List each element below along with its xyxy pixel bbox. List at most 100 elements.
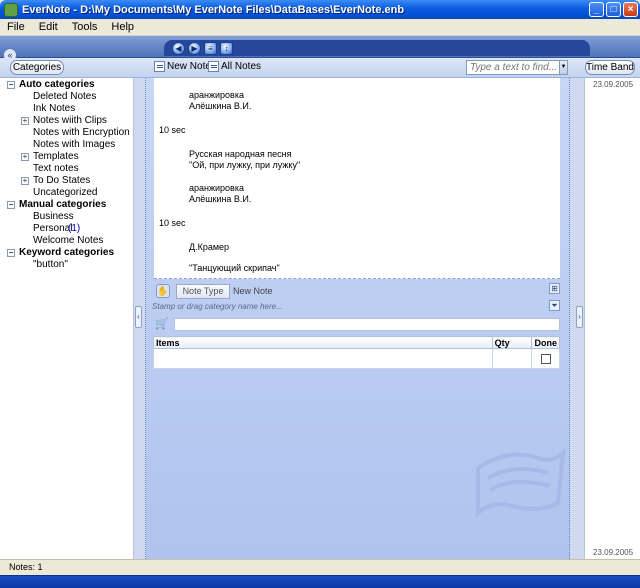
note-line: Алёшкина В.И.: [189, 194, 252, 204]
tree-item[interactable]: + To Do States: [0, 175, 133, 187]
qty-cell[interactable]: [491, 348, 533, 369]
note-line: аранжировка: [189, 183, 244, 193]
col-items[interactable]: Items: [153, 336, 493, 349]
items-table: Items Qty Done: [153, 336, 560, 369]
item-input[interactable]: [174, 317, 560, 331]
close-button[interactable]: ×: [623, 2, 638, 17]
tree-item-label: Personal: [33, 223, 73, 234]
evernote-watermark-icon: [476, 447, 566, 518]
tree-item-label: Notes with Encryption: [33, 127, 130, 138]
tree-item[interactable]: Uncategorized: [0, 187, 133, 199]
tree-item[interactable]: Ink Notes: [0, 103, 133, 115]
tree-item-label: To Do States: [33, 175, 91, 186]
tree-item-label: Welcome Notes: [33, 235, 104, 246]
title-bar: EverNote - D:\My Documents\My EverNote F…: [0, 0, 640, 19]
tree-item-label: Business: [33, 211, 74, 222]
time-band-panel[interactable]: 23.09.2005 23.09.2005: [584, 78, 640, 559]
all-notes-icon: [208, 61, 219, 72]
tree-item[interactable]: Notes with Encryption: [0, 127, 133, 139]
done-checkbox[interactable]: [540, 353, 551, 364]
tree-item[interactable]: + Notes wiith Clips: [0, 115, 133, 127]
categories-sidebar: − Auto categories Deleted Notes Ink Notes…: [0, 78, 134, 559]
navigation-strip: « ◀ ▶ ≡ ↕: [0, 36, 640, 62]
tree-item-button-keyword[interactable]: "button": [0, 259, 133, 271]
all-notes-button[interactable]: All Notes: [208, 61, 261, 72]
item-cell[interactable]: [153, 348, 493, 369]
cart-icon: 🛒: [155, 318, 169, 330]
stamp-hint: Stamp or drag category name here...: [152, 302, 283, 311]
tree-item-count: (1): [68, 223, 81, 234]
menu-edit[interactable]: Edit: [32, 21, 65, 33]
tree-item-label: Templates: [33, 151, 79, 162]
search-input[interactable]: [467, 61, 559, 74]
new-note-caption: New Note: [233, 286, 273, 296]
new-note-icon: [154, 61, 165, 72]
tree-item-label: Deleted Notes: [33, 91, 97, 102]
window-bottom-frame: [0, 575, 640, 588]
menu-tools[interactable]: Tools: [65, 21, 105, 33]
tree-item[interactable]: Welcome Notes: [0, 235, 133, 247]
filter-icon[interactable]: ⏷: [549, 300, 560, 311]
col-done[interactable]: Done: [531, 336, 560, 349]
note-line: 10 sec: [159, 218, 186, 228]
stamp-icon[interactable]: ✋: [156, 284, 170, 298]
window-title: EverNote - D:\My Documents\My EverNote F…: [22, 3, 405, 16]
tree-item-label: Notes with Images: [33, 139, 116, 150]
note-line: Алёшкина В.И.: [189, 101, 252, 111]
table-row: [153, 348, 560, 369]
time-band-bottom-date: 23.09.2005: [593, 548, 634, 557]
back-icon[interactable]: ◀: [172, 42, 185, 55]
tree-item[interactable]: + Templates: [0, 151, 133, 163]
expand-icon[interactable]: +: [21, 117, 29, 125]
note-type-button[interactable]: Note Type: [176, 283, 230, 299]
right-splitter[interactable]: ›: [570, 78, 584, 559]
note-line: аранжировка: [189, 90, 244, 100]
tree-auto-categories[interactable]: − Auto categories: [0, 79, 133, 91]
collapse-icon[interactable]: −: [7, 201, 15, 209]
new-note-button[interactable]: New Note: [154, 61, 211, 72]
expand-icon[interactable]: +: [21, 177, 29, 185]
minimize-button[interactable]: _: [589, 2, 604, 17]
menu-bar: File Edit Tools Help: [0, 19, 640, 36]
app-icon: [4, 2, 18, 17]
note-line: "Ой, при лужку, при лужку": [189, 160, 301, 170]
note-line: Д.Крамер: [189, 242, 230, 252]
forward-icon[interactable]: ▶: [188, 42, 201, 55]
collapse-icon[interactable]: −: [7, 249, 15, 257]
note-line: "Танцующий скрипач": [189, 263, 280, 273]
tree-keyword-categories[interactable]: − Keyword categories: [0, 247, 133, 259]
menu-file[interactable]: File: [0, 21, 32, 33]
splitter-grip-icon[interactable]: ›: [576, 306, 583, 328]
splitter-grip-icon[interactable]: ‹: [135, 306, 142, 328]
chevron-down-icon[interactable]: ▼: [559, 61, 567, 74]
tree-item-label: Uncategorized: [33, 187, 98, 198]
notes-count: Notes: 1: [9, 562, 43, 572]
expand-icon[interactable]: +: [21, 153, 29, 161]
new-note-label: New Note: [167, 61, 211, 72]
jump-icon[interactable]: ↕: [220, 42, 233, 55]
search-box: ▼: [466, 60, 568, 75]
tree-item[interactable]: Notes with Images: [0, 139, 133, 151]
menu-help[interactable]: Help: [104, 21, 141, 33]
collapse-icon[interactable]: −: [7, 81, 15, 89]
note-body[interactable]: аранжировка Алёшкина В.И. 10 sec Русская на…: [154, 78, 560, 279]
note-line: Русская народная песня: [189, 149, 292, 159]
col-qty[interactable]: Qty: [491, 336, 533, 349]
main-toolbar: Categories New Note All Notes ▼ Time Ban…: [0, 58, 640, 78]
tree-item[interactable]: Deleted Notes: [0, 91, 133, 103]
grid-icon[interactable]: ⊞: [549, 283, 560, 294]
tree-item[interactable]: Business: [0, 211, 133, 223]
tree-item[interactable]: Text notes: [0, 163, 133, 175]
tree-item[interactable]: Personal (1): [0, 223, 133, 235]
time-band-top-date: 23.09.2005: [593, 80, 634, 89]
list-view-icon[interactable]: ≡: [204, 42, 217, 55]
tree-item-label: Notes wiith Clips: [33, 115, 107, 126]
tree-item-label: Ink Notes: [33, 103, 76, 114]
maximize-button[interactable]: □: [606, 2, 621, 17]
time-band-button[interactable]: Time Band: [585, 60, 635, 75]
left-splitter[interactable]: ‹: [134, 78, 146, 559]
categories-button[interactable]: Categories: [10, 60, 64, 75]
status-bar: Notes: 1: [0, 559, 640, 575]
tree-manual-categories[interactable]: − Manual categories: [0, 199, 133, 211]
note-line: 10 sec: [159, 125, 186, 135]
